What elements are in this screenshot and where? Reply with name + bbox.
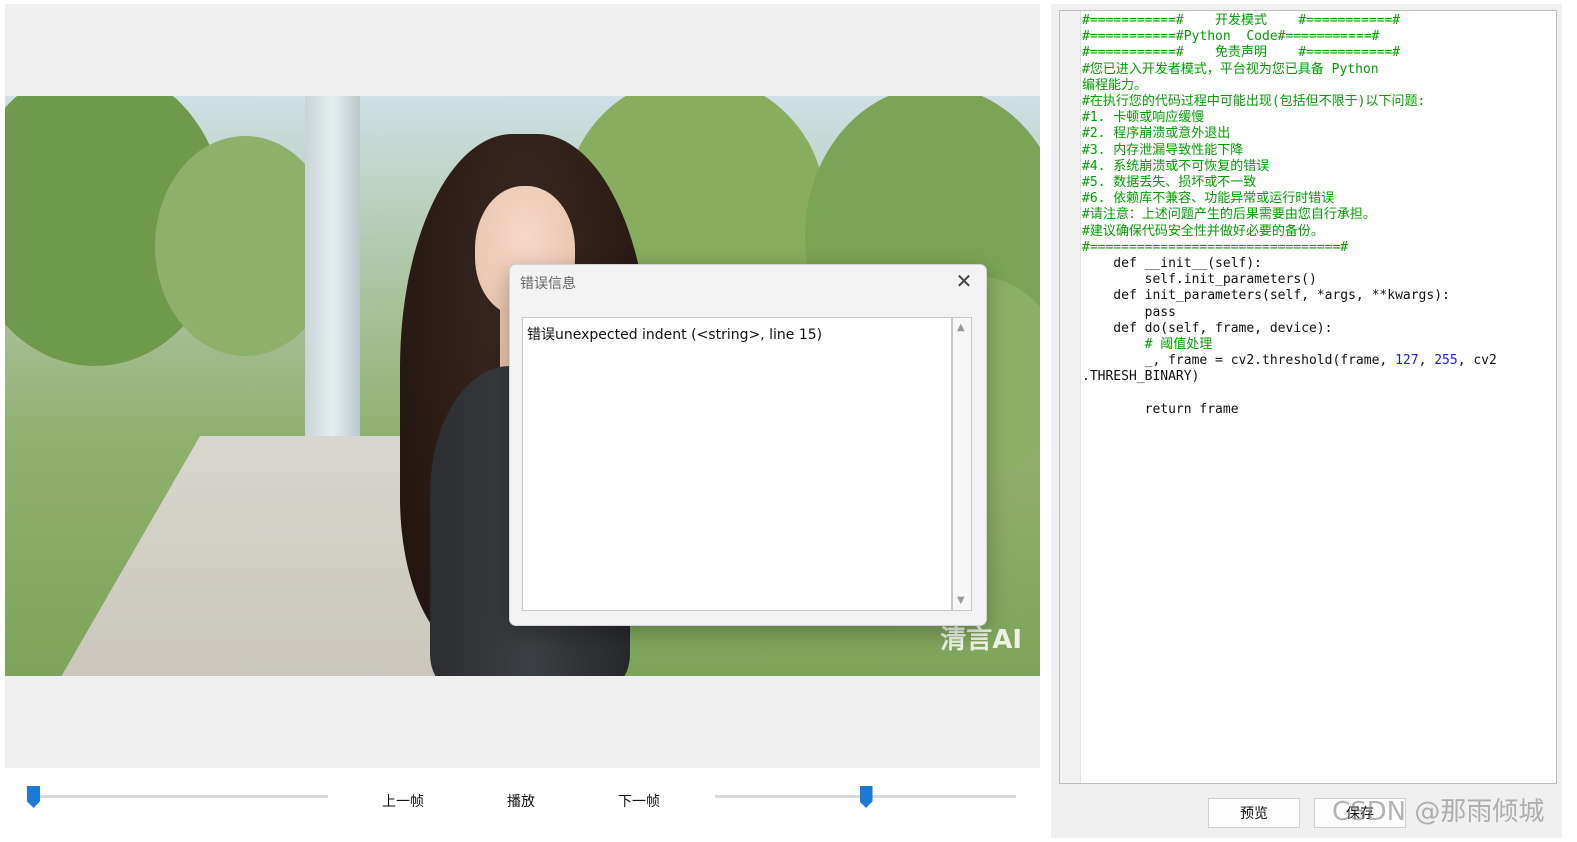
line-gutter — [1060, 11, 1081, 783]
code-text[interactable]: #===========# 开发模式 #===========# #=======… — [1082, 13, 1552, 418]
play-button[interactable]: 播放 — [496, 790, 546, 814]
close-icon[interactable]: ✕ — [954, 271, 974, 291]
error-message: 错误unexpected indent (<string>, line 15) — [527, 327, 823, 343]
preview-button[interactable]: 预览 — [1208, 798, 1300, 828]
code-line: self.init_parameters() — [1082, 272, 1317, 288]
next-frame-button[interactable]: 下一帧 — [606, 790, 672, 814]
scroll-down-icon[interactable]: ▼ — [957, 595, 965, 606]
code-line: #================================# — [1082, 239, 1349, 255]
code-line: #请注意：上述问题产生的后果需要由您自行承担。 — [1082, 207, 1376, 223]
code-line: #3. 内存泄漏导致性能下降 — [1082, 142, 1244, 158]
code-line: pass — [1082, 304, 1176, 320]
code-line: #4. 系统崩溃或不可恢复的错误 — [1082, 158, 1270, 174]
prev-frame-button[interactable]: 上一帧 — [370, 790, 436, 814]
left-slider-thumb[interactable] — [27, 786, 40, 808]
code-line: #建议确保代码安全性并做好必要的备份。 — [1082, 223, 1324, 239]
code-line: #6. 依赖库不兼容、功能异常或运行时错误 — [1082, 191, 1335, 207]
code-line: 编程能力。 — [1082, 77, 1148, 93]
code-line: def init_parameters(self, *args, **kwarg… — [1082, 288, 1450, 304]
code-line: #===========# 免责声明 #===========# — [1082, 45, 1401, 61]
error-dialog: 错误信息 ✕ 错误unexpected indent (<string>, li… — [509, 264, 987, 626]
code-line: #===========# 开发模式 #===========# — [1082, 13, 1401, 28]
code-line: def __init__(self): — [1082, 256, 1263, 272]
code-line: # 阈值处理 — [1082, 337, 1213, 353]
dialog-title: 错误信息 — [520, 276, 576, 292]
code-line: #===========#Python Code#===========# — [1082, 29, 1380, 45]
code-line: .THRESH_BINARY) — [1082, 369, 1200, 385]
code-line: #5. 数据丢失、损坏或不一致 — [1082, 175, 1257, 191]
left-frame-slider[interactable] — [30, 795, 328, 798]
code-line: #在执行您的代码过程中可能出现(包括但不限于)以下问题: — [1082, 94, 1426, 110]
code-line: #2. 程序崩溃或意外退出 — [1082, 126, 1231, 142]
dialog-scrollbar[interactable]: ▲ ▼ — [952, 317, 972, 611]
csdn-watermark: CSDN @那雨倾城 — [1332, 797, 1545, 827]
code-line: return frame — [1082, 401, 1239, 417]
right-slider-thumb[interactable] — [859, 786, 873, 808]
code-line: def do(self, frame, device): — [1082, 320, 1333, 336]
code-line: #您已进入开发者模式，平台视为您已具备 Python — [1082, 61, 1379, 77]
code-line: #1. 卡顿或响应缓慢 — [1082, 110, 1205, 126]
error-message-box[interactable]: 错误unexpected indent (<string>, line 15) — [522, 317, 952, 611]
code-editor[interactable]: #===========# 开发模式 #===========# #=======… — [1059, 10, 1557, 784]
code-line: _, frame = cv2.threshold(frame, 127, 255… — [1082, 353, 1497, 369]
scroll-up-icon[interactable]: ▲ — [957, 322, 965, 333]
